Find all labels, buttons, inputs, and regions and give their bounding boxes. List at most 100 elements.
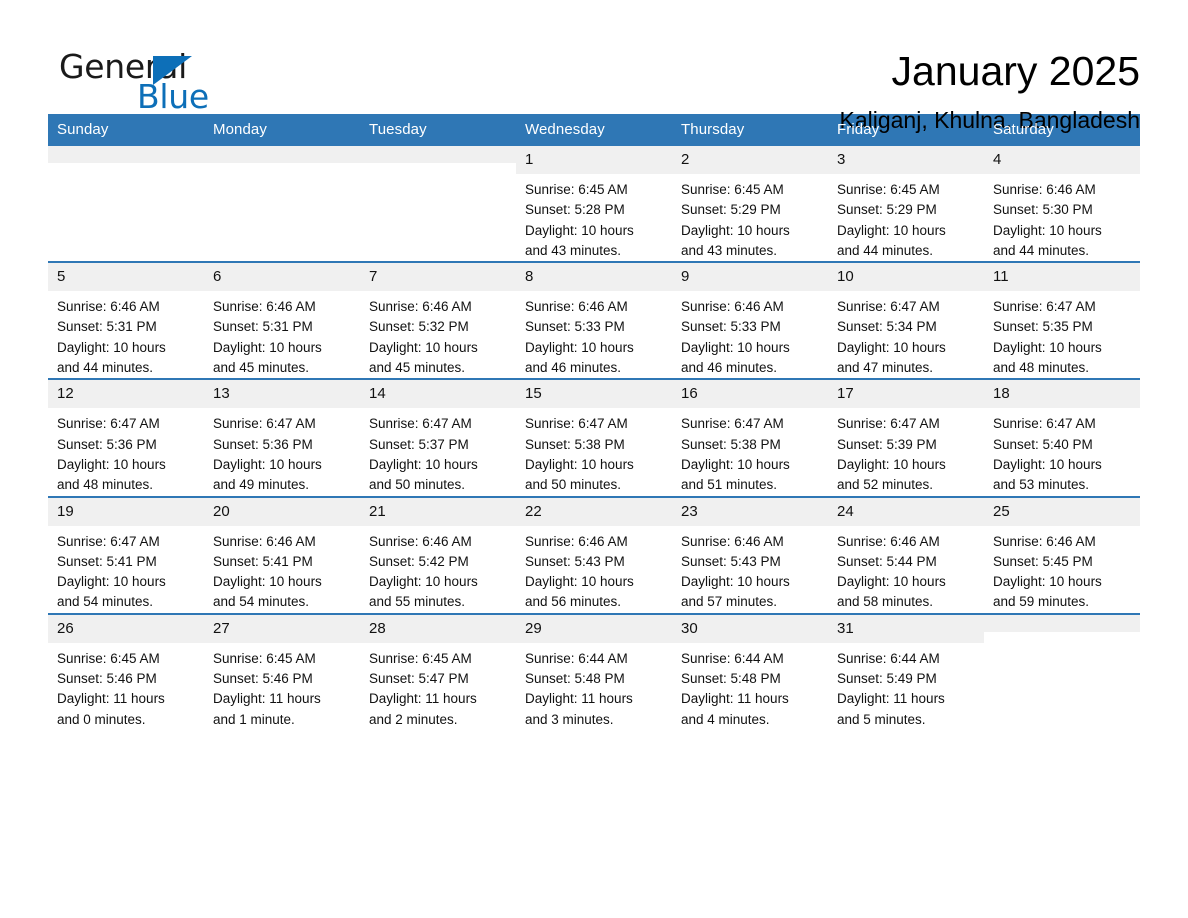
sunset-text: Sunset: 5:41 PM bbox=[213, 553, 313, 569]
daylight-text-line1: Daylight: 10 hours bbox=[369, 574, 478, 590]
day-cell[interactable]: 22 Sunrise: 6:46 AM Sunset: 5:43 PM Dayligh… bbox=[516, 495, 672, 614]
day-number: 1 bbox=[516, 146, 672, 174]
location-subtitle: Kaliganj, Khulna, Bangladesh bbox=[839, 107, 1140, 133]
day-number: 9 bbox=[672, 263, 828, 292]
calendar-body: 1 Sunrise: 6:45 AM Sunset: 5:28 PM Daylight… bbox=[48, 146, 1140, 730]
daylight-text-line2: and 2 minutes. bbox=[369, 711, 458, 727]
day-cell-empty bbox=[984, 612, 1140, 730]
day-cell[interactable]: 6 Sunrise: 6:46 AM Sunset: 5:31 PM Daylight… bbox=[204, 261, 360, 380]
sunset-text: Sunset: 5:47 PM bbox=[369, 671, 469, 687]
daylight-text-line1: Daylight: 10 hours bbox=[213, 456, 322, 472]
day-details: Sunrise: 6:47 AM Sunset: 5:39 PM Daylight:… bbox=[828, 408, 984, 495]
day-cell[interactable]: 1 Sunrise: 6:45 AM Sunset: 5:28 PM Daylight… bbox=[516, 146, 672, 263]
sunset-text: Sunset: 5:37 PM bbox=[369, 436, 469, 452]
day-number bbox=[48, 146, 204, 163]
sunset-text: Sunset: 5:44 PM bbox=[837, 553, 937, 569]
day-number: 26 bbox=[48, 614, 204, 643]
day-details: Sunrise: 6:46 AM Sunset: 5:44 PM Daylight:… bbox=[828, 526, 984, 613]
daylight-text-line1: Daylight: 10 hours bbox=[837, 574, 946, 590]
daylight-text-line1: Daylight: 11 hours bbox=[213, 691, 321, 707]
day-cell-empty bbox=[360, 146, 516, 263]
sunset-text: Sunset: 5:39 PM bbox=[837, 436, 937, 452]
day-cell[interactable]: 23 Sunrise: 6:46 AM Sunset: 5:43 PM Dayligh… bbox=[672, 495, 828, 614]
day-cell[interactable]: 8 Sunrise: 6:46 AM Sunset: 5:33 PM Daylight… bbox=[516, 261, 672, 380]
daylight-text-line2: and 44 minutes. bbox=[837, 242, 934, 258]
day-number: 20 bbox=[204, 497, 360, 526]
daylight-text-line1: Daylight: 10 hours bbox=[681, 574, 790, 590]
daylight-text-line1: Daylight: 10 hours bbox=[993, 574, 1102, 590]
daylight-text-line1: Daylight: 10 hours bbox=[993, 339, 1102, 355]
daylight-text-line1: Daylight: 11 hours bbox=[837, 691, 945, 707]
day-number: 13 bbox=[204, 380, 360, 409]
day-cell[interactable]: 20 Sunrise: 6:46 AM Sunset: 5:41 PM Dayligh… bbox=[204, 495, 360, 614]
day-details: Sunrise: 6:44 AM Sunset: 5:49 PM Daylight:… bbox=[828, 643, 984, 730]
daylight-text-line1: Daylight: 10 hours bbox=[993, 456, 1102, 472]
day-cell[interactable]: 16 Sunrise: 6:47 AM Sunset: 5:38 PM Dayligh… bbox=[672, 378, 828, 497]
sunrise-text: Sunrise: 6:47 AM bbox=[837, 299, 940, 315]
day-number: 8 bbox=[516, 263, 672, 292]
sunrise-text: Sunrise: 6:46 AM bbox=[213, 299, 316, 315]
daylight-text-line2: and 52 minutes. bbox=[837, 477, 934, 493]
day-cell[interactable]: 3 Sunrise: 6:45 AM Sunset: 5:29 PM Daylight… bbox=[828, 146, 984, 263]
daylight-text-line1: Daylight: 10 hours bbox=[57, 574, 166, 590]
day-cell[interactable]: 31 Sunrise: 6:44 AM Sunset: 5:49 PM Dayligh… bbox=[828, 612, 984, 730]
general-blue-logo[interactable]: General Blue bbox=[48, 44, 298, 118]
day-details: Sunrise: 6:46 AM Sunset: 5:33 PM Daylight:… bbox=[516, 291, 672, 378]
daylight-text-line1: Daylight: 11 hours bbox=[525, 691, 633, 707]
day-cell[interactable]: 14 Sunrise: 6:47 AM Sunset: 5:37 PM Dayligh… bbox=[360, 378, 516, 497]
sunset-text: Sunset: 5:28 PM bbox=[525, 202, 625, 218]
day-cell[interactable]: 11 Sunrise: 6:47 AM Sunset: 5:35 PM Dayligh… bbox=[984, 261, 1140, 380]
day-number: 10 bbox=[828, 263, 984, 292]
sunrise-text: Sunrise: 6:47 AM bbox=[57, 416, 160, 432]
day-cell[interactable]: 5 Sunrise: 6:46 AM Sunset: 5:31 PM Daylight… bbox=[48, 261, 204, 380]
day-details: Sunrise: 6:45 AM Sunset: 5:29 PM Daylight:… bbox=[828, 174, 984, 261]
sunset-text: Sunset: 5:36 PM bbox=[213, 436, 313, 452]
daylight-text-line2: and 50 minutes. bbox=[525, 477, 622, 493]
daylight-text-line1: Daylight: 10 hours bbox=[369, 456, 478, 472]
day-details: Sunrise: 6:46 AM Sunset: 5:33 PM Daylight:… bbox=[672, 291, 828, 378]
day-cell[interactable]: 19 Sunrise: 6:47 AM Sunset: 5:41 PM Dayligh… bbox=[48, 495, 204, 614]
page-header: General Blue January 2025 Kaliganj, Khul… bbox=[48, 0, 1140, 133]
day-number: 15 bbox=[516, 380, 672, 409]
daylight-text-line1: Daylight: 10 hours bbox=[525, 222, 634, 238]
day-cell[interactable]: 9 Sunrise: 6:46 AM Sunset: 5:33 PM Daylight… bbox=[672, 261, 828, 380]
day-number: 17 bbox=[828, 380, 984, 409]
daylight-text-line2: and 48 minutes. bbox=[993, 360, 1090, 376]
day-cell[interactable]: 24 Sunrise: 6:46 AM Sunset: 5:44 PM Dayligh… bbox=[828, 495, 984, 614]
day-details: Sunrise: 6:47 AM Sunset: 5:35 PM Daylight:… bbox=[984, 291, 1140, 378]
day-number: 22 bbox=[516, 497, 672, 526]
day-cell[interactable]: 10 Sunrise: 6:47 AM Sunset: 5:34 PM Dayligh… bbox=[828, 261, 984, 380]
day-cell[interactable]: 21 Sunrise: 6:46 AM Sunset: 5:42 PM Dayligh… bbox=[360, 495, 516, 614]
day-cell[interactable]: 28 Sunrise: 6:45 AM Sunset: 5:47 PM Dayligh… bbox=[360, 612, 516, 730]
day-cell[interactable]: 12 Sunrise: 6:47 AM Sunset: 5:36 PM Dayligh… bbox=[48, 378, 204, 497]
day-cell[interactable]: 4 Sunrise: 6:46 AM Sunset: 5:30 PM Daylight… bbox=[984, 146, 1140, 263]
daylight-text-line1: Daylight: 10 hours bbox=[213, 574, 322, 590]
day-cell[interactable]: 15 Sunrise: 6:47 AM Sunset: 5:38 PM Dayligh… bbox=[516, 378, 672, 497]
daylight-text-line1: Daylight: 10 hours bbox=[57, 456, 166, 472]
day-details: Sunrise: 6:44 AM Sunset: 5:48 PM Daylight:… bbox=[672, 643, 828, 730]
day-cell[interactable]: 17 Sunrise: 6:47 AM Sunset: 5:39 PM Dayligh… bbox=[828, 378, 984, 497]
day-cell[interactable]: 30 Sunrise: 6:44 AM Sunset: 5:48 PM Dayligh… bbox=[672, 612, 828, 730]
day-cell[interactable]: 13 Sunrise: 6:47 AM Sunset: 5:36 PM Dayligh… bbox=[204, 378, 360, 497]
day-cell[interactable]: 25 Sunrise: 6:46 AM Sunset: 5:45 PM Dayligh… bbox=[984, 495, 1140, 614]
sunset-text: Sunset: 5:46 PM bbox=[213, 671, 313, 687]
day-cell[interactable]: 7 Sunrise: 6:46 AM Sunset: 5:32 PM Daylight… bbox=[360, 261, 516, 380]
day-number: 11 bbox=[984, 263, 1140, 292]
day-cell-empty bbox=[48, 146, 204, 263]
day-details: Sunrise: 6:46 AM Sunset: 5:41 PM Daylight:… bbox=[204, 526, 360, 613]
day-cell[interactable]: 27 Sunrise: 6:45 AM Sunset: 5:46 PM Dayligh… bbox=[204, 612, 360, 730]
weekday-header-tuesday: Tuesday bbox=[360, 114, 516, 146]
sunrise-text: Sunrise: 6:47 AM bbox=[837, 416, 940, 432]
sunset-text: Sunset: 5:43 PM bbox=[681, 553, 781, 569]
day-cell[interactable]: 26 Sunrise: 6:45 AM Sunset: 5:46 PM Dayligh… bbox=[48, 612, 204, 730]
daylight-text-line1: Daylight: 10 hours bbox=[681, 456, 790, 472]
day-cell[interactable]: 18 Sunrise: 6:47 AM Sunset: 5:40 PM Dayligh… bbox=[984, 378, 1140, 497]
weekday-header-thursday: Thursday bbox=[672, 114, 828, 146]
day-cell[interactable]: 2 Sunrise: 6:45 AM Sunset: 5:29 PM Daylight… bbox=[672, 146, 828, 263]
sunrise-text: Sunrise: 6:45 AM bbox=[681, 182, 784, 197]
sunset-text: Sunset: 5:38 PM bbox=[681, 436, 781, 452]
daylight-text-line2: and 4 minutes. bbox=[681, 711, 770, 727]
day-details: Sunrise: 6:47 AM Sunset: 5:36 PM Daylight:… bbox=[48, 408, 204, 495]
day-cell[interactable]: 29 Sunrise: 6:44 AM Sunset: 5:48 PM Dayligh… bbox=[516, 612, 672, 730]
daylight-text-line2: and 3 minutes. bbox=[525, 711, 614, 727]
